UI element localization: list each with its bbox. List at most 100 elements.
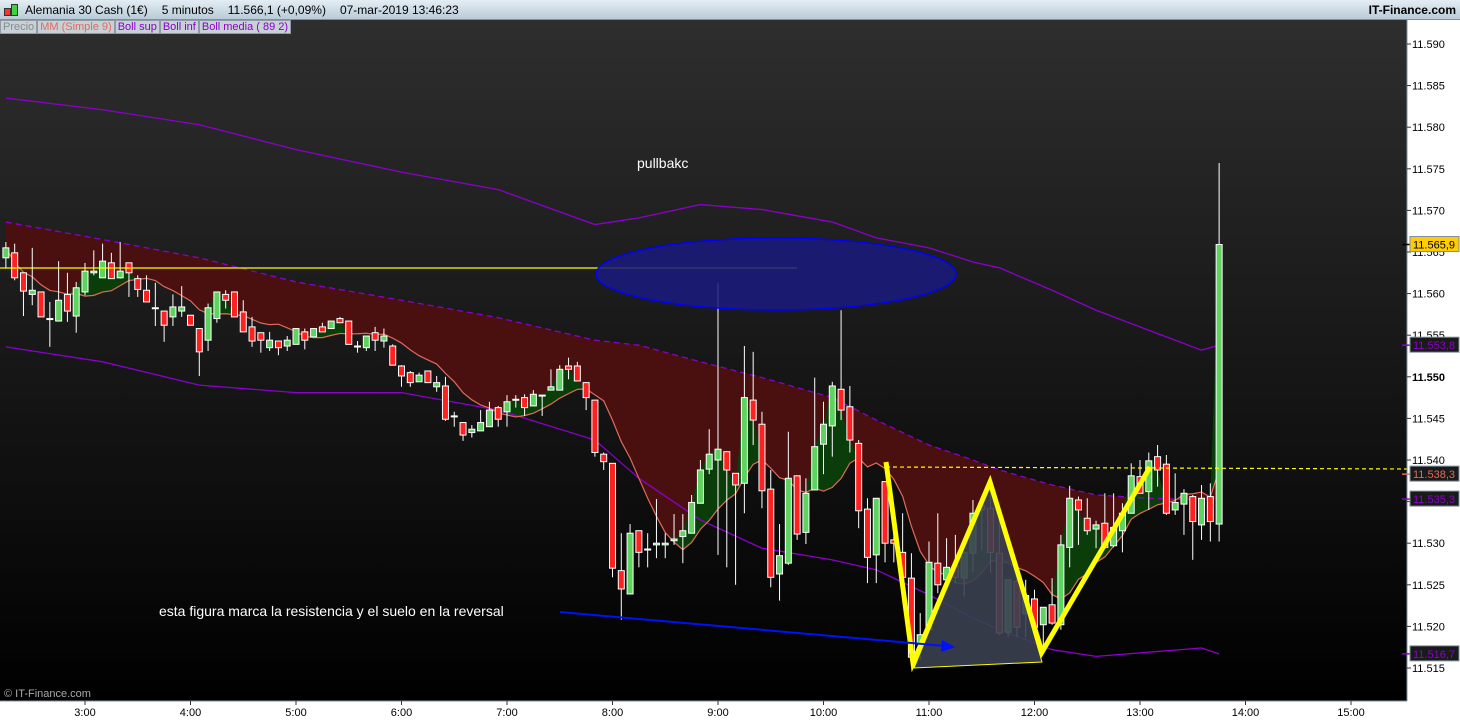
pullback-label[interactable]: pullbakc bbox=[637, 155, 688, 171]
candle-body bbox=[301, 331, 309, 341]
candle bbox=[230, 291, 238, 318]
candle bbox=[292, 328, 300, 345]
candle-body bbox=[784, 477, 792, 564]
price-label-text: 11.538,3 bbox=[1413, 469, 1455, 481]
candle-body bbox=[327, 320, 335, 330]
candle-body bbox=[529, 393, 537, 407]
candle bbox=[389, 344, 397, 366]
legend-boll-inf[interactable]: Boll inf bbox=[159, 20, 199, 34]
y-tick-label: 11.530 bbox=[1412, 538, 1445, 550]
x-tick-label: 5:00 bbox=[285, 707, 306, 719]
candle-body bbox=[485, 409, 493, 428]
price-label-text: 11.535,3 bbox=[1413, 494, 1455, 506]
legend: Precio MM (Simple 9) Boll sup Boll inf B… bbox=[0, 20, 292, 34]
candle-body bbox=[230, 291, 238, 318]
candle-body bbox=[1092, 524, 1100, 530]
y-tick-label: 11.545 bbox=[1412, 413, 1445, 425]
legend-boll-media[interactable]: Boll media ( 89 2) bbox=[198, 20, 292, 34]
candle-body bbox=[99, 260, 107, 279]
candle-body bbox=[169, 306, 177, 318]
candle-body bbox=[1074, 499, 1082, 511]
y-tick-label: 11.585 bbox=[1412, 81, 1445, 93]
interval[interactable]: 5 minutos bbox=[162, 3, 214, 17]
x-tick-label: 14:00 bbox=[1232, 707, 1260, 719]
x-tick-label: 15:00 bbox=[1337, 707, 1365, 719]
candle-body bbox=[406, 372, 414, 384]
candle-body bbox=[187, 314, 194, 326]
price-chart[interactable]: 11.59011.58511.58011.57511.57011.56511.5… bbox=[0, 0, 1460, 720]
x-tick-label: 13:00 bbox=[1126, 707, 1154, 719]
legend-precio[interactable]: Precio bbox=[0, 20, 38, 34]
ellipse-shape[interactable] bbox=[595, 237, 957, 311]
note-label[interactable]: esta figura marca la resistencia y el su… bbox=[159, 603, 504, 619]
candle bbox=[213, 291, 221, 323]
candle-body bbox=[468, 428, 476, 434]
candle-body bbox=[292, 328, 300, 345]
candle-body bbox=[345, 320, 353, 345]
candle-body bbox=[1039, 606, 1047, 626]
x-tick-label: 7:00 bbox=[496, 707, 517, 719]
candle-body bbox=[828, 385, 836, 427]
candle-body bbox=[600, 453, 608, 463]
candle-body bbox=[767, 488, 775, 578]
price-label-text: 11.553,8 bbox=[1413, 340, 1455, 352]
candle-body bbox=[881, 481, 889, 544]
candle-body bbox=[63, 293, 71, 312]
candle-body bbox=[143, 289, 151, 303]
x-tick-label: 4:00 bbox=[180, 707, 201, 719]
candle-body bbox=[723, 451, 731, 471]
candle-body bbox=[450, 415, 458, 418]
candle-body bbox=[371, 332, 379, 341]
candle-body bbox=[565, 365, 573, 370]
candle-body bbox=[310, 328, 318, 338]
candle-body bbox=[1048, 604, 1056, 624]
candle-body bbox=[380, 335, 388, 342]
y-tick-label: 11.575 bbox=[1412, 164, 1445, 176]
candle-body bbox=[1066, 497, 1074, 548]
candle-body bbox=[670, 538, 678, 542]
candle-body bbox=[688, 501, 696, 534]
candle-body bbox=[37, 291, 45, 318]
price-label: 11.565,9 bbox=[1402, 236, 1460, 253]
candle bbox=[310, 328, 318, 338]
legend-boll-sup[interactable]: Boll sup bbox=[114, 20, 160, 34]
candle-body bbox=[2, 247, 10, 259]
candle-body bbox=[573, 365, 581, 382]
candle-body bbox=[793, 475, 801, 535]
candle-body bbox=[512, 398, 520, 401]
candle-body bbox=[81, 270, 89, 293]
y-tick-label: 11.520 bbox=[1412, 621, 1445, 633]
candle-body bbox=[46, 318, 54, 321]
candle bbox=[793, 475, 801, 540]
x-tick-label: 9:00 bbox=[707, 707, 728, 719]
instrument-name: Alemania 30 Cash (1€) bbox=[25, 2, 148, 17]
candle-body bbox=[1189, 496, 1197, 523]
candle-body bbox=[855, 442, 863, 512]
watermark: © IT-Finance.com bbox=[4, 688, 91, 700]
candle-body bbox=[1180, 492, 1188, 505]
candle-body bbox=[318, 326, 326, 333]
candle-body bbox=[837, 388, 845, 411]
candle-body bbox=[494, 407, 502, 420]
candle-body bbox=[239, 311, 247, 333]
price-label-text: 11.516,7 bbox=[1413, 649, 1455, 661]
candle-body bbox=[1083, 517, 1091, 532]
candle-body bbox=[336, 318, 344, 324]
candle-body bbox=[362, 335, 370, 349]
title-bar: Alemania 30 Cash (1€) 5 minutos 11.566,1… bbox=[0, 0, 1460, 20]
candle-body bbox=[617, 570, 625, 590]
candle bbox=[37, 291, 45, 318]
candle-body bbox=[116, 270, 124, 279]
candle-body bbox=[433, 382, 441, 388]
candle-body bbox=[90, 270, 98, 274]
candle bbox=[424, 370, 432, 384]
legend-mm[interactable]: MM (Simple 9) bbox=[37, 20, 115, 34]
datetime: 07-mar-2019 13:46:23 bbox=[339, 2, 459, 17]
candle bbox=[187, 314, 194, 326]
candle-body bbox=[354, 345, 362, 348]
candle bbox=[345, 320, 353, 345]
x-tick-label: 8:00 bbox=[602, 707, 623, 719]
candle-body bbox=[134, 278, 142, 290]
candle-body bbox=[204, 307, 212, 341]
candle bbox=[626, 524, 634, 595]
